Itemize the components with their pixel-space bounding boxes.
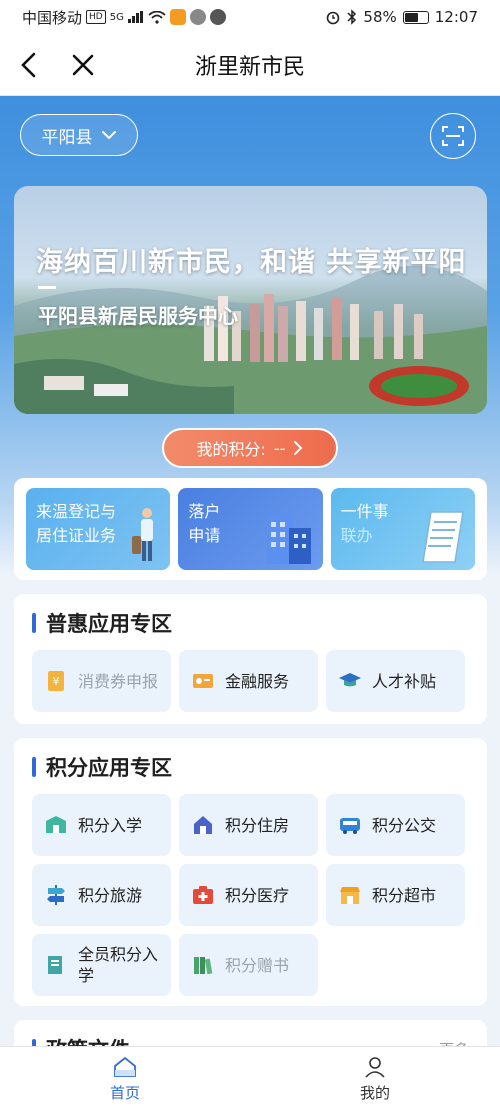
clock: 12:07 bbox=[434, 8, 478, 26]
points-travel-tile[interactable]: 积分旅游 bbox=[32, 864, 171, 926]
section-header: 普惠应用专区 bbox=[32, 608, 469, 638]
traveler-icon bbox=[132, 508, 154, 561]
points-bus-tile[interactable]: 积分公交 bbox=[326, 794, 465, 856]
medical-kit-icon bbox=[193, 886, 213, 904]
section-title: 普惠应用专区 bbox=[46, 612, 172, 636]
close-icon bbox=[72, 54, 94, 76]
tile-label: 积分医疗 bbox=[225, 885, 290, 905]
one-thing-joint-card[interactable]: 一件事 联办 bbox=[330, 488, 475, 570]
tab-label: 我的 bbox=[359, 1084, 390, 1102]
graduation-cap-icon bbox=[339, 673, 361, 687]
points-housing-tile[interactable]: 积分住房 bbox=[179, 794, 318, 856]
welfare-apps-section: 普惠应用专区 ¥ 消费券申报 金融服务 人才补贴 bbox=[14, 594, 487, 724]
finance-icon bbox=[193, 674, 213, 688]
hd-badge: HD bbox=[86, 10, 106, 24]
region-selector[interactable]: 平阳县 bbox=[20, 114, 138, 156]
registration-card[interactable]: 来温登记与 居住证业务 bbox=[26, 488, 171, 570]
tile-label: 金融服务 bbox=[225, 671, 290, 691]
points-school-tile[interactable]: 积分入学 bbox=[32, 794, 171, 856]
app-notification-icon bbox=[189, 9, 206, 25]
svg-text:¥: ¥ bbox=[53, 675, 60, 688]
bluetooth-icon bbox=[347, 9, 357, 25]
alarm-icon bbox=[327, 11, 340, 25]
tab-label: 首页 bbox=[109, 1084, 140, 1102]
battery-icon bbox=[402, 10, 429, 24]
section-title: 积分应用专区 bbox=[46, 756, 172, 780]
promo-banner[interactable]: 海纳百川新市民，和谐 共享新平阳 平阳县新居民服务中心 bbox=[14, 186, 487, 414]
nav-bar: 浙里新市民 bbox=[0, 34, 500, 96]
chevron-right-icon bbox=[294, 441, 303, 455]
finance-service-tile[interactable]: 金融服务 bbox=[179, 650, 318, 712]
shop-icon bbox=[340, 887, 360, 904]
region-label: 平阳县 bbox=[41, 127, 93, 148]
signpost-icon bbox=[47, 885, 65, 905]
close-button[interactable] bbox=[66, 48, 100, 82]
scan-icon bbox=[442, 126, 464, 146]
coupon-icon: ¥ bbox=[48, 671, 64, 691]
house-icon bbox=[194, 816, 212, 834]
document-scroll-icon bbox=[422, 511, 464, 563]
app-notification-icon bbox=[209, 9, 226, 25]
chevron-left-icon bbox=[21, 52, 36, 78]
scan-button[interactable] bbox=[430, 113, 476, 159]
book-icon bbox=[48, 956, 62, 974]
consumer-coupon-tile[interactable]: ¥ 消费券申报 bbox=[32, 650, 171, 712]
banner-divider bbox=[38, 286, 56, 289]
tile-label: 积分超市 bbox=[372, 885, 437, 905]
my-points-button[interactable]: 我的积分: -- bbox=[162, 428, 338, 468]
wifi-icon bbox=[148, 10, 166, 24]
banner-subtitle: 平阳县新居民服务中心 bbox=[38, 304, 238, 328]
talent-subsidy-tile[interactable]: 人才补贴 bbox=[326, 650, 465, 712]
tile-label: 人才补贴 bbox=[372, 671, 437, 691]
points-supermarket-tile[interactable]: 积分超市 bbox=[326, 864, 465, 926]
bus-icon bbox=[340, 818, 360, 834]
tile-label: 全员积分入学 bbox=[78, 945, 159, 985]
battery-percent: 58% bbox=[363, 8, 397, 26]
section-header: 积分应用专区 bbox=[32, 752, 469, 782]
points-apps-section: 积分应用专区 积分入学 积分住房 积分公交 积分旅游 积分医疗 积分超市 全员积… bbox=[14, 738, 487, 1006]
points-book-gift-tile[interactable]: 积分赠书 bbox=[179, 934, 318, 996]
signal-icon bbox=[127, 11, 143, 23]
all-staff-points-school-tile[interactable]: 全员积分入学 bbox=[32, 934, 171, 996]
tile-label: 积分入学 bbox=[78, 815, 143, 835]
school-icon bbox=[46, 816, 66, 833]
section-marker bbox=[32, 613, 36, 633]
building-icon bbox=[266, 516, 311, 564]
chevron-down-icon bbox=[101, 131, 116, 140]
carrier-label: 中国移动 bbox=[22, 8, 83, 27]
household-register-card[interactable]: 落户 申请 bbox=[178, 488, 323, 570]
status-bar: 中国移动 HD 5G 58% 12:07 bbox=[0, 0, 500, 34]
tab-mine[interactable]: 我的 bbox=[250, 1047, 500, 1112]
app-notification-icon bbox=[169, 9, 186, 25]
tile-label: 积分旅游 bbox=[78, 885, 143, 905]
tab-home[interactable]: 首页 bbox=[0, 1047, 250, 1112]
tile-label: 积分赠书 bbox=[225, 955, 290, 975]
home-icon bbox=[114, 1056, 136, 1077]
user-icon bbox=[365, 1057, 385, 1078]
tile-label: 积分住房 bbox=[225, 815, 290, 835]
points-medical-tile[interactable]: 积分医疗 bbox=[179, 864, 318, 926]
network-label: 5G bbox=[109, 11, 124, 23]
points-label: 我的积分: bbox=[196, 440, 266, 459]
section-marker bbox=[32, 757, 36, 777]
tile-label: 积分公交 bbox=[372, 815, 437, 835]
quick-services: 来温登记与 居住证业务 落户 申请 一件事 联办 bbox=[14, 478, 487, 580]
back-button[interactable] bbox=[12, 48, 46, 82]
banner-slogan: 海纳百川新市民，和谐 共享新平阳 bbox=[36, 247, 467, 278]
points-value: -- bbox=[273, 438, 286, 458]
books-icon bbox=[194, 957, 213, 975]
tile-label: 消费券申报 bbox=[78, 671, 159, 691]
bottom-tab-bar: 首页 我的 bbox=[0, 1046, 500, 1112]
